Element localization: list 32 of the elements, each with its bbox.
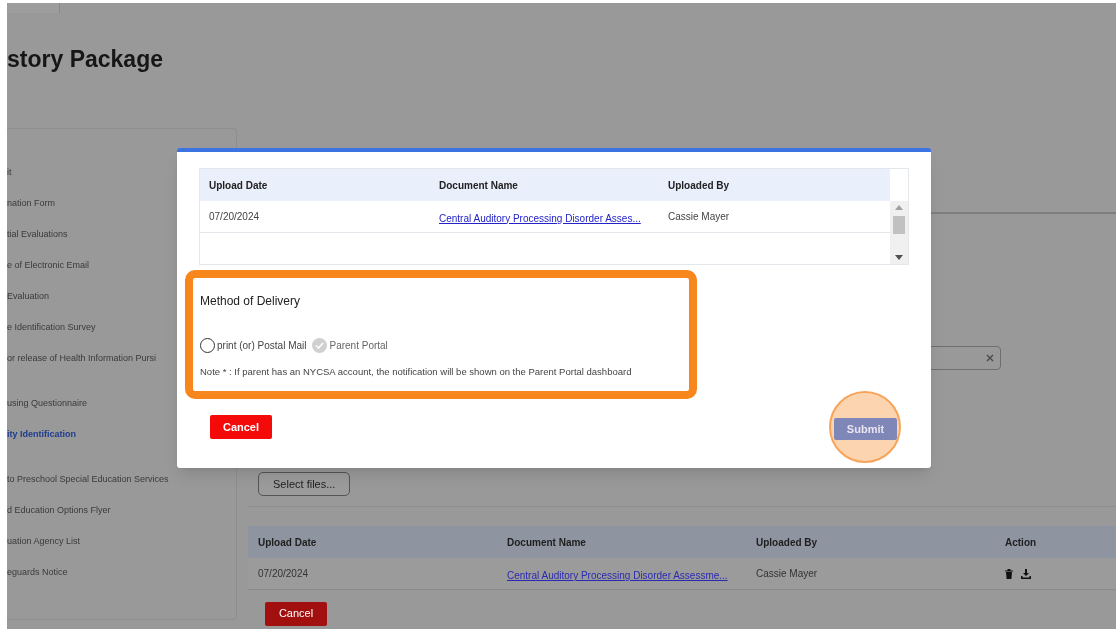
column-header: Uploaded By (668, 178, 731, 193)
scroll-down-icon[interactable] (895, 255, 903, 260)
scrollbar-thumb[interactable] (893, 216, 905, 235)
table-cell-text: 07/20/2024 (258, 567, 310, 582)
column-header: Document Name (439, 178, 519, 193)
document-link[interactable]: Central Auditory Processing Disorder Assessme... (507, 569, 728, 581)
checkbox[interactable] (200, 338, 215, 353)
close-icon[interactable] (986, 354, 994, 362)
trash-icon[interactable] (1005, 568, 1013, 579)
option-label: print (or) Postal Mail (217, 339, 307, 353)
cancel-button[interactable]: Cancel (210, 415, 272, 439)
sidebar-item[interactable]: d Education Options Flyer (7, 504, 236, 535)
table-cell-text: Cassie Mayer (668, 210, 731, 224)
option-label: Parent Portal (329, 339, 388, 353)
table-cell-text: 07/20/2024 (209, 210, 261, 224)
check-icon (315, 342, 325, 349)
column-header: Upload Date (209, 178, 269, 193)
sidebar-item[interactable]: eguards Notice (7, 566, 236, 597)
page-title: story Package (7, 45, 164, 73)
column-header: Action (1005, 535, 1038, 550)
cancel-button[interactable]: Cancel (265, 601, 327, 626)
document-link[interactable]: Central Auditory Processing Disorder Asses... (439, 212, 641, 224)
column-header: Upload Date (258, 535, 318, 550)
select-files-button[interactable]: Select files... (258, 472, 351, 497)
note-text: Note * : If parent has an NYCSA account, the notification will be shown on the Parent Portal dashboard (200, 365, 633, 379)
section-title: Method of Delivery (200, 293, 302, 310)
column-header: Document Name (507, 535, 587, 550)
sidebar-item[interactable]: to Preschool Special Education Services (7, 473, 236, 504)
table-cell-text: Cassie Mayer (756, 567, 819, 582)
sidebar-item[interactable]: uation Agency List (7, 535, 236, 566)
download-icon[interactable] (1021, 568, 1031, 579)
column-header: Uploaded By (756, 535, 819, 550)
